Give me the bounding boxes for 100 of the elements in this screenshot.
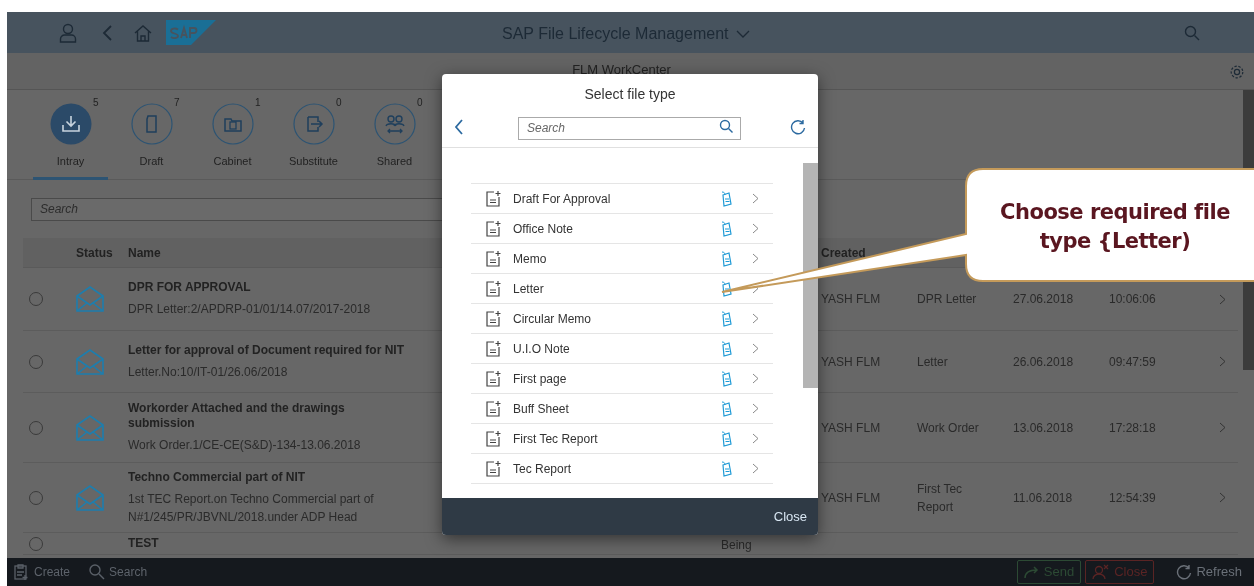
table-cell-text: YASH FLM [820,489,882,507]
list-item[interactable]: Buff Sheet [471,394,773,424]
table-cell-text: 26.06.2018 [1012,353,1075,371]
chevron-down-icon[interactable] [736,30,751,38]
back-icon[interactable] [454,118,464,135]
item-reference: 1st TEC Report.on Techno Commercial part of N#1/245/PR/JBVNL/2018.under ADP Head [128,490,375,526]
list-item[interactable]: Memo [471,244,773,274]
document-star-icon [485,310,501,327]
document-star-icon [485,430,501,447]
envelope-icon [76,414,104,441]
create-icon [13,563,30,581]
chevron-right-icon [752,463,759,474]
table-cell-text: Work Order [916,419,980,437]
item-title: Techno Commercial part of NIT [128,469,307,485]
list-item[interactable]: U.I.O Note [471,334,773,364]
tag-icon [720,190,732,207]
count-label: 1 [255,96,261,110]
table-cell-text: YASH FLM [820,291,882,308]
tag-icon [720,430,732,447]
inbox-download-icon [49,103,92,145]
table-cell-text: First Tec Report [916,480,964,516]
chevron-right-icon [752,223,759,234]
tag-icon [720,400,732,417]
table-cell-text: 10:06:06 [1108,291,1157,308]
tag-icon [720,280,732,297]
item-title: Letter for approval of Document required for NIT [128,342,406,358]
search-field[interactable]: Search [518,116,741,140]
tab-label: Intray [56,154,85,169]
document-star-icon [485,460,501,477]
count-label: 5 [93,96,99,110]
tag-icon [720,460,732,477]
folder-icon [211,103,254,145]
column-header: Status [76,244,114,262]
table-cell-text: 11.06.2018 [1012,489,1074,507]
envelope-icon [76,286,104,312]
list-item[interactable]: First Tec Report [471,424,773,454]
chevron-right-icon[interactable] [1219,422,1226,433]
item-title: TEST [128,536,160,551]
chevron-right-icon [752,253,759,264]
item-title: Workorder Attached and the drawings submission [128,401,346,431]
scrollbar-thumb[interactable] [803,163,818,388]
tag-icon [720,250,732,267]
chevron-right-icon[interactable] [1219,492,1226,503]
chevron-right-icon [752,433,759,444]
table-cell-text: Being [720,537,753,554]
tab-label: Cabinet [213,154,252,169]
count-label: 0 [417,96,423,110]
chevron-right-icon[interactable] [1219,356,1226,367]
footer-button[interactable]: Refresh [1170,560,1248,584]
tag-icon [720,310,732,327]
chevron-right-icon [752,343,759,354]
document-star-icon [485,400,501,417]
callout-text: Choose required file type {Letter) [999,199,1231,255]
table-cell-text: 13.06.2018 [1012,419,1075,437]
chevron-right-icon [752,193,759,204]
table-cell-text: 27.06.2018 [1012,291,1075,308]
document-star-icon [485,220,501,237]
table-cell-text: 17:28:18 [1108,419,1157,437]
document-icon [130,103,173,145]
table-cell-text: 09:47:59 [1108,353,1157,371]
list-item[interactable]: First page [471,364,773,394]
count-label: 7 [174,96,180,110]
document-star-icon [485,250,501,267]
user-remove-icon [1092,564,1111,580]
sap-logo-icon[interactable] [166,20,216,45]
document-star-icon [485,190,501,207]
settings-icon[interactable] [1229,64,1245,80]
close-button[interactable]: Close [773,506,807,527]
count-label: 0 [336,96,342,110]
exchange-icon [292,103,335,145]
item-reference: Work Order.1/CE-CE(S&D)-134-13.06.2018 [128,437,362,454]
item-title: DPR FOR APPROVAL [128,280,252,295]
tab-label: Shared [376,154,413,169]
chevron-right-icon[interactable] [1219,293,1226,305]
refresh-icon[interactable] [790,118,806,135]
home-icon[interactable] [133,23,153,42]
forward-arrow-icon [1023,565,1040,579]
column-header: Name [127,244,162,262]
list-item[interactable]: Circular Memo [471,304,773,334]
tag-icon [720,220,732,237]
table-cell-text: YASH FLM [820,419,882,437]
document-star-icon [485,340,501,357]
tab-label: Draft [139,154,164,169]
list-item[interactable]: Draft For Approval [471,184,773,214]
chevron-right-icon [752,403,759,414]
tag-icon [720,340,732,357]
list-item[interactable]: Office Note [471,214,773,244]
chevron-right-icon [752,373,759,384]
list-item[interactable]: Tec Report [471,454,773,484]
column-header: Created [820,244,867,262]
people-icon [373,103,416,145]
tag-icon [720,370,732,387]
table-cell-text: DPR Letter [916,291,978,308]
envelope-icon [76,348,104,375]
search-icon [88,563,106,581]
item-reference: Letter.No:10/IT-01/26.06/2018 [128,363,289,381]
document-star-icon [485,370,501,387]
search-icon[interactable] [719,119,733,133]
user-icon[interactable] [59,22,77,43]
refresh-icon [1176,564,1193,580]
